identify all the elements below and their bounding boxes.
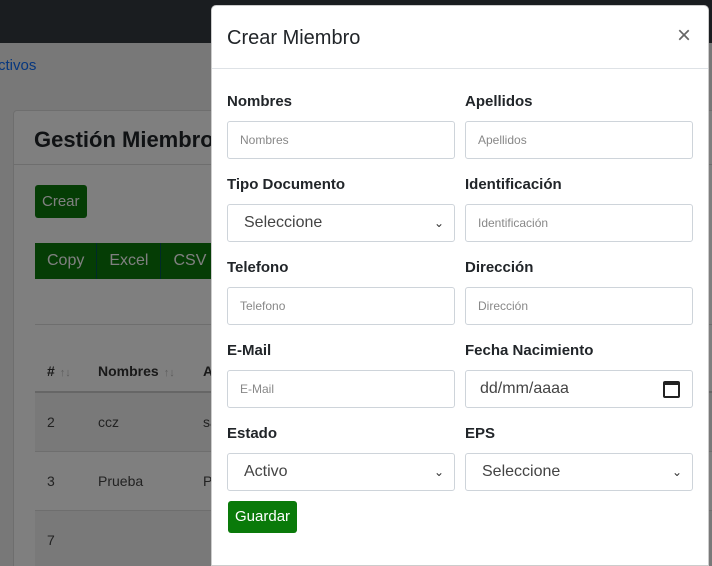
fecha-nacimiento-placeholder: dd/mm/aaaa bbox=[480, 380, 569, 397]
direccion-field: Dirección Dirección bbox=[465, 259, 693, 325]
eps-field: EPS Seleccione ⌄ bbox=[465, 425, 693, 491]
telefono-field: Telefono Telefono bbox=[227, 259, 455, 325]
guardar-button[interactable]: Guardar bbox=[228, 501, 298, 533]
email-field: E-Mail E-Mail bbox=[227, 342, 455, 408]
email-label: E-Mail bbox=[227, 342, 272, 359]
estado-value: Activo bbox=[244, 463, 288, 480]
identificacion-input[interactable]: Identificación bbox=[465, 204, 693, 242]
fecha-nacimiento-label: Fecha Nacimiento bbox=[465, 342, 594, 359]
chevron-down-icon: ⌄ bbox=[671, 465, 682, 479]
tipo-documento-select[interactable]: Seleccione ⌄ bbox=[227, 204, 455, 242]
estado-field: Estado Activo ⌄ bbox=[227, 425, 455, 491]
direccion-label: Dirección bbox=[465, 259, 534, 276]
direccion-input[interactable]: Dirección bbox=[465, 287, 693, 325]
eps-label: EPS bbox=[465, 425, 496, 442]
nombres-field: Nombres Nombres bbox=[227, 93, 455, 159]
eps-value: Seleccione bbox=[482, 463, 561, 480]
apellidos-label: Apellidos bbox=[465, 93, 533, 110]
chevron-down-icon: ⌄ bbox=[433, 216, 444, 230]
estado-label: Estado bbox=[227, 425, 278, 442]
tipo-documento-label: Tipo Documento bbox=[227, 176, 346, 193]
telefono-input[interactable]: Telefono bbox=[227, 287, 455, 325]
eps-select[interactable]: Seleccione ⌄ bbox=[465, 453, 693, 491]
apellidos-field: Apellidos Apellidos bbox=[465, 93, 693, 159]
modal-header: Crear Miembro × bbox=[212, 6, 708, 69]
close-icon[interactable]: × bbox=[677, 24, 691, 48]
crear-miembro-modal: Crear Miembro × Nombres Nombres Apellido… bbox=[211, 5, 709, 566]
fecha-nacimiento-field: Fecha Nacimiento dd/mm/aaaa bbox=[465, 342, 693, 408]
tipo-documento-field: Tipo Documento Seleccione ⌄ bbox=[227, 176, 455, 242]
nombres-input[interactable]: Nombres bbox=[227, 121, 455, 159]
nombres-label: Nombres bbox=[227, 93, 293, 110]
tipo-documento-value: Seleccione bbox=[244, 214, 323, 231]
identificacion-label: Identificación bbox=[465, 176, 562, 193]
modal-title: Crear Miembro bbox=[227, 27, 361, 49]
email-input[interactable]: E-Mail bbox=[227, 370, 455, 408]
identificacion-field: Identificación Identificación bbox=[465, 176, 693, 242]
chevron-down-icon: ⌄ bbox=[433, 465, 444, 479]
fecha-nacimiento-input[interactable]: dd/mm/aaaa bbox=[465, 370, 693, 408]
calendar-icon[interactable] bbox=[663, 380, 680, 398]
telefono-label: Telefono bbox=[227, 259, 289, 276]
estado-select[interactable]: Activo ⌄ bbox=[227, 453, 455, 491]
apellidos-input[interactable]: Apellidos bbox=[465, 121, 693, 159]
